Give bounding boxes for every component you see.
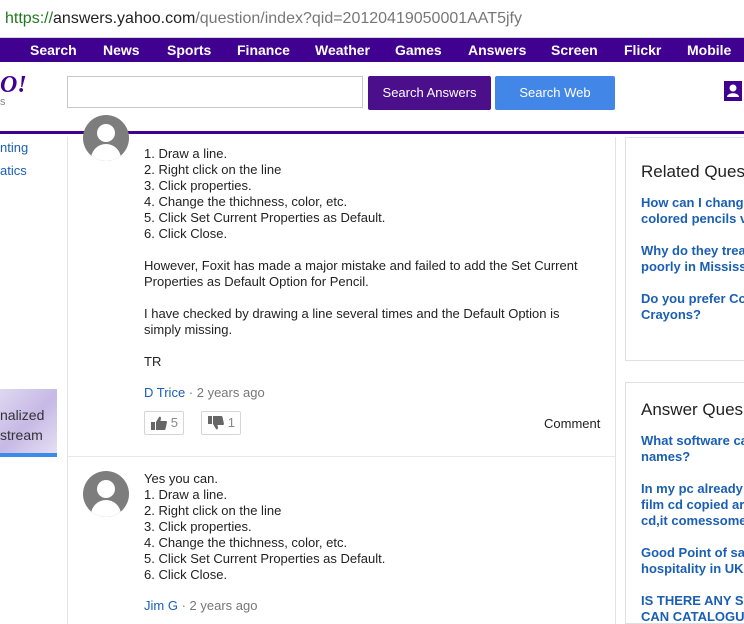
answer-line: TR (144, 354, 162, 369)
related-question-link[interactable]: Why do they trea (641, 243, 744, 259)
answer-questions-panel: Answer Ques What software ca names? In m… (625, 382, 744, 624)
banner-text: stream (0, 427, 43, 443)
answer-question-link[interactable]: hospitality in UK (641, 561, 744, 577)
url-text[interactable]: https://answers.yahoo.com/question/index… (5, 10, 522, 28)
thumbs-up-button[interactable]: 5 (144, 411, 184, 435)
answer-line: 4. Change the thichness, color, etc. (144, 194, 348, 209)
answer-line: 2. Right click on the line (144, 503, 282, 518)
answer-line: Properties as Default Option for Pencil. (144, 274, 369, 289)
answer-author[interactable]: Jim G (144, 598, 178, 613)
thumbs-down-button[interactable]: 1 (201, 411, 241, 435)
answer-meta: Jim G · 2 years ago (144, 598, 257, 613)
browser-url-bar[interactable]: https://answers.yahoo.com/question/index… (0, 0, 744, 38)
search-web-button[interactable]: Search Web (495, 76, 615, 110)
personalized-stream-banner[interactable]: nalized stream (0, 389, 57, 457)
thumbs-down-icon (208, 416, 224, 430)
related-question-link[interactable]: poorly in Mississ (641, 259, 744, 275)
answer-line: 4. Change the thichness, color, etc. (144, 535, 348, 550)
left-nav-link[interactable]: atics (0, 163, 27, 178)
avatar[interactable] (83, 115, 129, 161)
related-question-link[interactable]: Do you prefer Co (641, 291, 744, 307)
answer-line: 3. Click properties. (144, 178, 252, 193)
related-questions-panel: Related Ques How can I chang colored pen… (625, 137, 744, 361)
downvote-count: 1 (227, 415, 235, 430)
upvote-count: 5 (170, 415, 178, 430)
answer-line: 2. Right click on the line (144, 162, 282, 177)
avatar[interactable] (83, 471, 129, 517)
nav-item-flickr[interactable]: Flickr (624, 38, 661, 62)
nav-item-finance[interactable]: Finance (237, 38, 290, 62)
search-input[interactable] (67, 76, 363, 108)
answer-author[interactable]: D Trice (144, 385, 185, 400)
nav-item-sports[interactable]: Sports (167, 38, 211, 62)
nav-item-news[interactable]: News (103, 38, 140, 62)
answer-question-link[interactable]: CAN CATALOGU (641, 609, 744, 623)
related-question-link[interactable]: Crayons? (641, 307, 701, 323)
answer-line: 6. Click Close. (144, 226, 228, 241)
thumbs-up-icon (151, 416, 167, 430)
search-answers-button[interactable]: Search Answers (368, 76, 491, 110)
answer-divider (68, 456, 615, 457)
banner-accent-bar (0, 453, 57, 457)
left-nav-link[interactable]: nting (0, 140, 28, 155)
answer-line: Yes you can. (144, 471, 218, 486)
nav-item-answers[interactable]: Answers (468, 38, 526, 62)
answer-line: However, Foxit has made a major mistake … (144, 258, 578, 273)
profile-icon[interactable] (724, 81, 742, 101)
answer-line: 3. Click properties. (144, 519, 252, 534)
answer-question-link[interactable]: In my pc already (641, 481, 743, 497)
answer-question-link[interactable]: names? (641, 449, 690, 465)
answer-line: 1. Draw a line. (144, 487, 228, 502)
answers-list: 1. Draw a line. 2. Right click on the li… (67, 115, 616, 624)
nav-item-search[interactable]: Search (30, 38, 77, 62)
nav-item-weather[interactable]: Weather (315, 38, 370, 62)
answer-line: 5. Click Set Current Properties as Defau… (144, 551, 386, 566)
answer-meta: D Trice · 2 years ago (144, 385, 265, 400)
answer-question-link[interactable]: cd,it comessome (641, 513, 744, 529)
yahoo-logo[interactable]: O! (0, 72, 27, 99)
related-questions-title: Related Ques (641, 162, 744, 181)
answer-time: · 2 years ago (188, 385, 265, 400)
logo-subtitle: s (0, 96, 6, 108)
url-scheme: https:// (5, 10, 54, 27)
answer-line: 6. Click Close. (144, 567, 228, 582)
answer-question-link[interactable]: Good Point of sa (641, 545, 744, 561)
url-host: answers.yahoo.com (53, 10, 196, 27)
top-nav-bar: Search News Sports Finance Weather Games… (0, 38, 744, 62)
related-question-link[interactable]: How can I chang (641, 195, 744, 211)
answer-line: simply missing. (144, 322, 233, 337)
answer-question-link[interactable]: IS THERE ANY S (641, 593, 744, 609)
answer-time: · 2 years ago (181, 598, 258, 613)
nav-item-mobile[interactable]: Mobile (687, 38, 731, 62)
banner-text: nalized (0, 407, 45, 423)
answer-question-link[interactable]: film cd copied ar (641, 497, 744, 513)
answer-line: 5. Click Set Current Properties as Defau… (144, 210, 386, 225)
comment-link[interactable]: Comment (544, 416, 600, 431)
answer-questions-title: Answer Ques (641, 400, 744, 419)
answer-question-link[interactable]: What software ca (641, 433, 744, 449)
answer-line: I have checked by drawing a line several… (144, 306, 560, 321)
url-path: /question/index?qid=20120419050001AAT5jf… (195, 10, 522, 27)
nav-item-screen[interactable]: Screen (551, 38, 598, 62)
nav-item-games[interactable]: Games (395, 38, 442, 62)
related-question-link[interactable]: colored pencils v (641, 211, 744, 227)
answer-line: 1. Draw a line. (144, 146, 228, 161)
